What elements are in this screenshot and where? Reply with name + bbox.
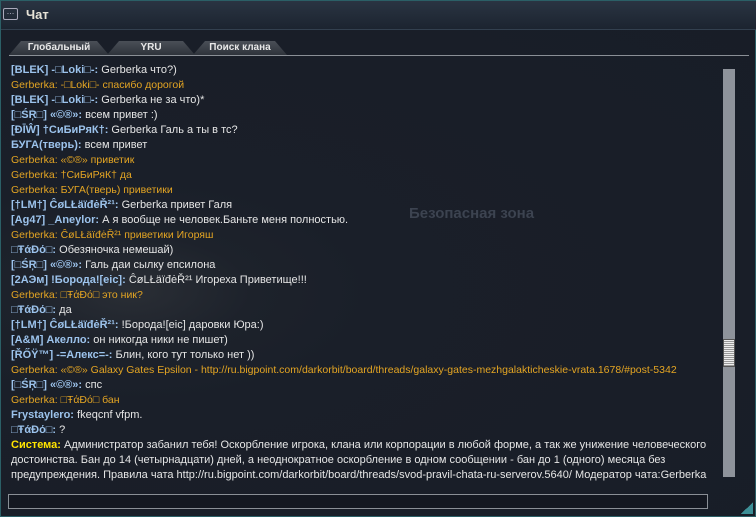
scrollbar-thumb[interactable] [723,339,735,367]
message-text: Администратор забанил тебя! Оскорбление … [11,439,707,481]
message-author[interactable]: [†LM†] ĈøLŁäïđėŘ²¹: [11,199,119,211]
chat-message: Gerberka: БУГА(тверь) приветики [11,183,721,198]
message-author[interactable]: [BLEK] -□Loki□-: [11,94,98,106]
message-text: А я вообще не человек.Баньте меня полнос… [99,214,349,226]
chat-message: Gerberka: -□Loki□- спасибо дорогой [11,78,721,93]
moderator-message-text: Gerberka: -□Loki□- спасибо дорогой [11,79,185,91]
chat-bubble-icon: … [3,8,18,20]
message-author[interactable]: [BLEK] -□Loki□-: [11,64,98,76]
chat-window: … Чат Безопасная зона Глобальный YRU Пои… [0,0,756,517]
message-text: всем привет :) [82,109,158,121]
moderator-message-text: Gerberka: «©®» Galaxy Gates Epsilon - ht… [11,364,677,376]
message-author[interactable]: □ŦάĐό□: [11,244,56,256]
chat-message: [□ŚŖ□] «©®»: всем привет :) [11,108,721,123]
message-author[interactable]: □ŦάĐό□: [11,304,56,316]
message-text: Gerberka что?) [98,64,177,76]
message-text: Обезяночка немешай) [56,244,174,256]
message-text: Галь даи сылку епсилона [82,259,216,271]
resize-handle[interactable] [741,502,753,514]
moderator-message-text: Gerberka: ĈøLŁäïđėŘ²¹ приветики Игоряш [11,229,214,241]
chat-message: [†LM†] ĈøLŁäïđėŘ²¹: !Борода![eic] даровк… [11,318,721,333]
message-author[interactable]: [ŘŐŸ™] -=Алекс=-: [11,349,112,361]
message-author[interactable]: [□ŚŖ□] «©®»: [11,379,82,391]
system-message: Система: Администратор забанил тебя! Оск… [11,438,721,483]
tab-clan-search[interactable]: Поиск клана [193,41,287,55]
chat-message: Gerberka: □ŦάĐό□ бан [11,393,721,408]
message-text: он никогда ники не пишет) [90,334,228,346]
moderator-message-text: Gerberka: □ŦάĐό□ бан [11,394,120,406]
message-text: fkeqcnf vfpm. [73,409,143,421]
scrollbar-track[interactable] [723,69,735,477]
message-text: Блин, кого тут только нет )) [112,349,255,361]
message-author[interactable]: [A&M] Акелло: [11,334,90,346]
message-author[interactable]: □ŦάĐό□: [11,424,56,436]
chat-message: Gerberka: □ŦάĐό□ это ник? [11,288,721,303]
title-bar[interactable]: … Чат [1,1,756,30]
chat-message: Gerberka: ĈøLŁäïđėŘ²¹ приветики Игоряш [11,228,721,243]
message-author[interactable]: Система: [11,439,61,451]
message-text: Gerberka не за что)* [98,94,205,106]
message-text: Gerberka Галь а ты в тс? [108,124,238,136]
chat-message: [□ŚŖ□] «©®»: Галь даи сылку епсилона [11,258,721,273]
message-author[interactable]: [ĐĪŴ] †СиБиРяК†: [11,124,108,136]
tab-yru[interactable]: YRU [107,41,195,55]
chat-message: БУГА(тверь): всем привет [11,138,721,153]
message-author[interactable]: Frystaylero: [11,409,74,421]
message-author[interactable]: [□ŚŖ□] «©®»: [11,259,82,271]
chat-message: □ŦάĐό□: да [11,303,721,318]
chat-message: Gerberka: «©®» приветик [11,153,721,168]
message-author[interactable]: [Ag47] _Aneylor: [11,214,99,226]
chat-message: [†LM†] ĈøLŁäïđėŘ²¹: Gerberka привет Галя [11,198,721,213]
chat-message: Frystaylero: fkeqcnf vfpm. [11,408,721,423]
chat-message: Gerberka: †СиБиРяК† да [11,168,721,183]
chat-message: [Ag47] _Aneylor: А я вообще не человек.Б… [11,213,721,228]
moderator-message-text: Gerberka: †СиБиРяК† да [11,169,132,181]
chat-input[interactable] [8,494,708,509]
message-text: !Борода![eic] даровки Юра:) [118,319,264,331]
message-author[interactable]: БУГА(тверь): [11,139,82,151]
message-author[interactable]: [□ŚŖ□] «©®»: [11,109,82,121]
window-title: Чат [26,7,49,22]
message-text: ? [56,424,66,436]
message-author[interactable]: [†LM†] ĈøLŁäïđėŘ²¹: [11,319,119,331]
message-text: Gerberka привет Галя [118,199,233,211]
chat-message: [ŘŐŸ™] -=Алекс=-: Блин, кого тут только … [11,348,721,363]
message-list: [BLEK] -□Loki□-: Gerberka что?) Gerberka:… [11,63,721,483]
message-text: всем привет [81,139,148,151]
message-author[interactable]: [2АЭм] !Борода![eic]: [11,274,126,286]
moderator-message-text: Gerberka: БУГА(тверь) приветики [11,184,173,196]
chat-message: [BLEK] -□Loki□-: Gerberka что?) [11,63,721,78]
chat-message: [2АЭм] !Борода![eic]: ĈøLŁäïđėŘ²¹ Игорех… [11,273,721,288]
message-text: спс [82,379,103,391]
tab-divider [9,55,749,56]
moderator-message-text: Gerberka: □ŦάĐό□ это ник? [11,289,143,301]
chat-message: [ĐĪŴ] †СиБиРяК†: Gerberka Галь а ты в тс… [11,123,721,138]
chat-message: Gerberka: «©®» Galaxy Gates Epsilon - ht… [11,363,721,378]
chat-message: [A&M] Акелло: он никогда ники не пишет) [11,333,721,348]
moderator-message-text: Gerberka: «©®» приветик [11,154,135,166]
chat-message: [□ŚŖ□] «©®»: спс [11,378,721,393]
message-text: ĈøLŁäïđėŘ²¹ Игореха Приветище!!! [125,274,307,286]
message-text: да [56,304,72,316]
chat-message: □ŦάĐό□: ? [11,423,721,438]
tab-global[interactable]: Глобальный [9,41,109,55]
chat-message: □ŦάĐό□: Обезяночка немешай) [11,243,721,258]
chat-message: [BLEK] -□Loki□-: Gerberka не за что)* [11,93,721,108]
